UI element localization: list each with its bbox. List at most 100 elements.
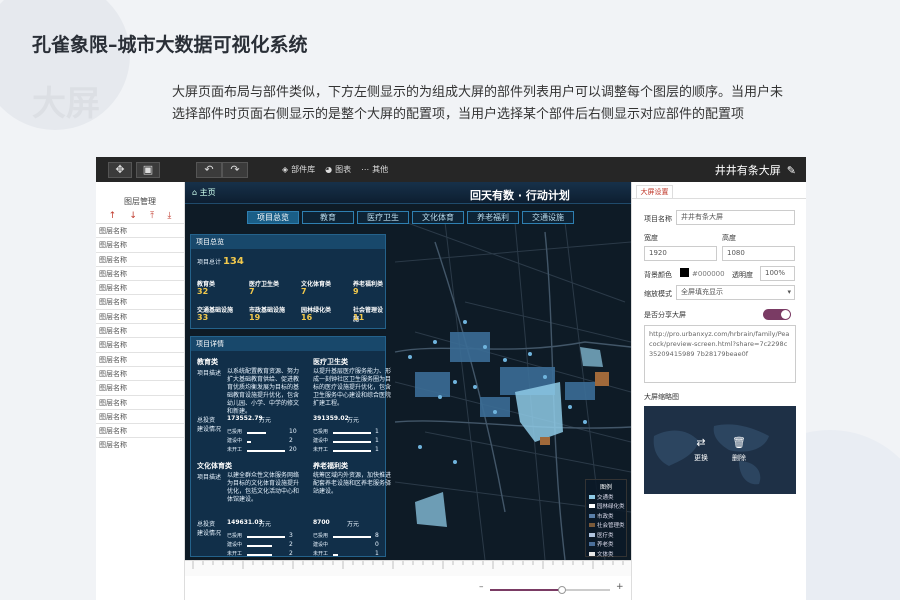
- width-field[interactable]: 1920: [644, 246, 717, 261]
- status-bar: [333, 432, 371, 434]
- status-name: 已投用: [313, 429, 329, 435]
- details-panel[interactable]: 项目详情 教育类 项目描述 以系统配置教育资源、努力扩大基础教育供给、促进教育优质均…: [190, 336, 391, 557]
- layer-row[interactable]: 图层名称: [96, 323, 184, 337]
- legend-item: 医疗类: [589, 531, 626, 539]
- layer-row[interactable]: 图层名称: [96, 251, 184, 266]
- share-url-field[interactable]: http://pro.urbanxyz.com/hrbrain/family/P…: [644, 325, 796, 383]
- status-count: 1: [375, 437, 379, 444]
- replace-thumbnail-button[interactable]: ⇄ 更换: [686, 436, 716, 463]
- component-lib-label: 部件库: [291, 165, 316, 174]
- status-count: 0: [375, 541, 379, 548]
- delete-thumbnail-button[interactable]: 🗑 删除: [724, 436, 754, 463]
- tab-3[interactable]: 文化体育: [412, 211, 464, 224]
- tab-1[interactable]: 教育: [302, 211, 354, 224]
- layer-row[interactable]: 图层名称: [96, 280, 184, 294]
- legend-item: 园林绿化类: [589, 502, 626, 510]
- total-label: 项目总计: [197, 259, 222, 266]
- scale-mode-select[interactable]: 全屏填充显示 ▾: [676, 285, 795, 300]
- status-label: 建设情况: [197, 530, 222, 537]
- status-name: 已投用: [313, 533, 329, 539]
- name-label: 项目名称: [644, 215, 672, 223]
- legend-swatch: [589, 523, 595, 527]
- chart-menu[interactable]: ◕ 图表: [325, 164, 351, 175]
- status-count: 1: [375, 550, 379, 557]
- thumbnail-label: 大屏缩略图: [644, 393, 679, 401]
- layer-row[interactable]: 图层名称: [96, 237, 184, 251]
- status-count: 2: [289, 541, 293, 548]
- zoom-out-button[interactable]: –: [479, 582, 484, 592]
- timeline-ruler[interactable]: [185, 560, 634, 576]
- save-button[interactable]: ▣: [136, 161, 160, 178]
- move-up-icon[interactable]: ↑: [109, 211, 117, 221]
- category-name: 教育类: [197, 358, 218, 366]
- edit-icon[interactable]: ✎: [787, 164, 796, 177]
- desc-label: 项目描述: [197, 370, 222, 377]
- invest-value: 149631.03: [227, 519, 263, 526]
- move-button[interactable]: ✥: [108, 161, 132, 178]
- status-count: 8: [375, 532, 379, 539]
- component-lib-menu[interactable]: ◈ 部件库: [282, 164, 315, 175]
- move-down-icon[interactable]: ↓: [129, 211, 137, 221]
- layer-row[interactable]: 图层名称: [96, 351, 184, 366]
- invest-unit: 万元: [347, 417, 360, 424]
- opacity-field[interactable]: 100%: [760, 266, 795, 281]
- layer-row[interactable]: 图层名称: [96, 365, 184, 380]
- status-name: 建设中: [313, 438, 329, 444]
- layer-row[interactable]: 图层名称: [96, 408, 184, 423]
- move-icon: ✥: [115, 163, 125, 176]
- layer-row[interactable]: 图层名称: [96, 437, 184, 451]
- legend-label: 医疗类: [597, 532, 614, 539]
- layer-row[interactable]: 图层名称: [96, 265, 184, 280]
- zoom-control: – +: [476, 582, 626, 596]
- layer-row[interactable]: 图层名称: [96, 380, 184, 394]
- undo-button[interactable]: ↶: [196, 161, 222, 178]
- bg-color-swatch[interactable]: [680, 268, 689, 277]
- other-menu[interactable]: ⋯ 其他: [361, 164, 388, 175]
- redo-button[interactable]: ↷: [222, 161, 248, 178]
- layer-row[interactable]: 图层名称: [96, 308, 184, 323]
- status-bar: [333, 441, 371, 443]
- zoom-knob[interactable]: [558, 586, 566, 594]
- tab-5[interactable]: 交通设施: [522, 211, 574, 224]
- tab-4[interactable]: 养老福利: [467, 211, 519, 224]
- height-field[interactable]: 1080: [722, 246, 795, 261]
- tab-0[interactable]: 项目总览: [247, 211, 299, 224]
- desc-label: 项目描述: [197, 474, 222, 481]
- app-window: ✥ ▣ ↶ ↷ ◈ 部件库 ◕ 图表 ⋯ 其他 井井有条大屏 ✎ 图层管理 ↑ ↓ ⤒…: [96, 157, 806, 600]
- home-link[interactable]: ⌂ 主页: [192, 187, 216, 198]
- page-description: 大屏页面布局与部件类似，下方左侧显示的为组成大屏的部件列表用户可以调整每个图层的…: [172, 85, 784, 122]
- layer-row[interactable]: 图层名称: [96, 394, 184, 409]
- delete-label: 删除: [732, 454, 746, 462]
- layer-row[interactable]: 图层名称: [96, 423, 184, 437]
- name-field[interactable]: 井井有条大屏: [676, 210, 795, 225]
- zoom-in-button[interactable]: +: [616, 582, 624, 592]
- status-name: 未开工: [227, 447, 243, 453]
- invest-unit: 万元: [259, 417, 272, 424]
- ruler-ticks: [192, 561, 634, 569]
- layer-row[interactable]: 图层名称: [96, 294, 184, 308]
- category-desc: 统筹区域内外资源，加快推进配套养老设施和区养老服务驿站建设。: [313, 472, 392, 495]
- bg-color-value[interactable]: #000000: [692, 270, 725, 278]
- layer-row[interactable]: 图层名称: [96, 337, 184, 351]
- undo-icon: ↶: [204, 163, 214, 176]
- stat-value: 19: [249, 313, 261, 322]
- share-toggle[interactable]: [763, 309, 791, 320]
- screen-canvas[interactable]: ⌂ 主页 回天有数 · 行动计划 项目总览 教育 医疗卫生 文化体育 养老福利 交通设施 …: [185, 182, 631, 560]
- legend-swatch: [589, 504, 595, 508]
- zoom-track[interactable]: [490, 586, 610, 594]
- status-name: 未开工: [313, 551, 329, 557]
- bg-color-label: 背景颜色: [644, 271, 672, 279]
- layer-row[interactable]: 图层名称: [96, 223, 184, 237]
- category-desc: 以系统配置教育资源、努力扩大基础教育供给、促进教育优质均衡发展为目标的基础教育设…: [227, 368, 300, 415]
- status-bar: [247, 554, 272, 556]
- move-top-icon[interactable]: ⤒: [150, 211, 154, 221]
- section-title: 大屏: [32, 84, 100, 124]
- move-bottom-icon[interactable]: ⤓: [167, 211, 171, 221]
- total-value: 134: [222, 256, 244, 267]
- overview-panel[interactable]: 项目总览 项目总计 134 教育类 32 医疗卫生类 7 文化体育类 7 养老福利类 9 交通基…: [190, 234, 386, 329]
- tab-screen-settings[interactable]: 大屏设置: [636, 185, 673, 198]
- tab-2[interactable]: 医疗卫生: [357, 211, 409, 224]
- invest-value: 391359.02: [313, 415, 349, 422]
- status-name: 已投用: [227, 533, 243, 539]
- status-count: 1: [375, 428, 379, 435]
